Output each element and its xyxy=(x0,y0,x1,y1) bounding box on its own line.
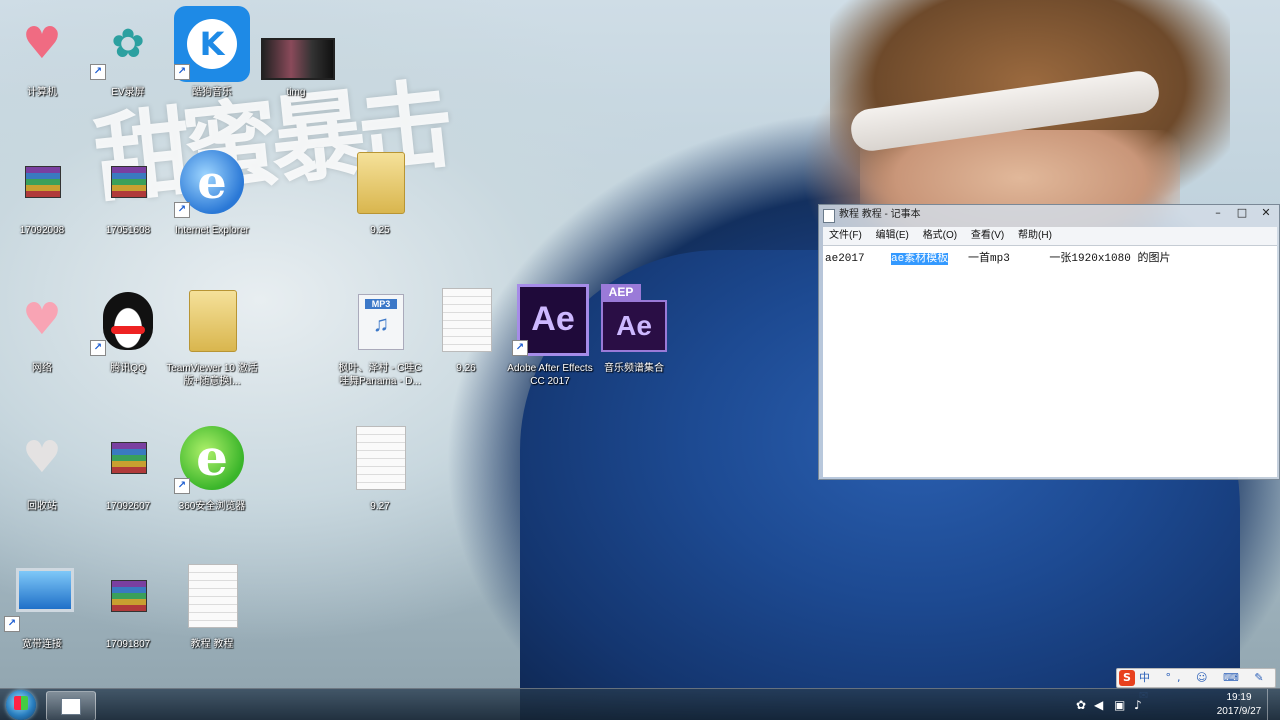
desktop-icon-926[interactable]: 9.26 xyxy=(426,282,506,402)
menu-file[interactable]: 文件(F) xyxy=(829,230,862,241)
desktop-icon-label: 9.27 xyxy=(370,501,390,512)
desktop-icon-label: 回收站 xyxy=(27,501,57,512)
winrar-archive-icon xyxy=(111,580,147,612)
folder-icon xyxy=(189,290,237,352)
winrar-archive-icon xyxy=(111,166,147,198)
desktop-icon-archive[interactable]: 17092607 xyxy=(88,420,168,540)
desktop-icon-label: 计算机 xyxy=(27,87,57,98)
aep-project-icon: AEP Ae xyxy=(601,284,667,352)
menu-edit[interactable]: 编辑(E) xyxy=(876,230,909,241)
desktop-icon-label: 360安全浏览器 xyxy=(178,501,246,512)
shortcut-arrow-icon: ↗ xyxy=(512,340,528,356)
desktop-icon-timg[interactable]: timg xyxy=(256,6,336,126)
desktop-icon-label: 17091807 xyxy=(105,639,151,650)
text-document-icon xyxy=(188,564,238,628)
desktop-icon-label: 腾讯QQ xyxy=(110,363,146,374)
text-before-selection: ae2017 xyxy=(825,253,892,265)
desktop-icon-label: TeamViewer 10 激活版+随意换I... xyxy=(166,363,258,387)
recycle-bin-icon: ♥ xyxy=(22,432,62,483)
shortcut-arrow-icon: ↗ xyxy=(174,202,190,218)
close-button[interactable]: ✕ xyxy=(1253,206,1279,221)
shortcut-arrow-icon: ↗ xyxy=(174,64,190,80)
text-editor-area[interactable]: ae2017 ae素材模板 一首mp3 一张1920x1080 的图片 xyxy=(823,245,1277,477)
text-document-icon xyxy=(356,426,406,490)
desktop-icon-label: Internet Explorer xyxy=(175,225,249,236)
window-title: 教程 教程 - 记事本 xyxy=(839,209,921,220)
desktop-icon-archive[interactable]: 17051608 xyxy=(88,144,168,264)
menu-help[interactable]: 帮助(H) xyxy=(1018,230,1052,241)
desktop-icon-internet-explorer[interactable]: e ↗ Internet Explorer xyxy=(172,144,252,264)
desktop-icon-archive[interactable]: 17092008 xyxy=(2,144,82,264)
clock-time: 19:19 xyxy=(1226,692,1252,703)
winrar-archive-icon xyxy=(111,442,147,474)
menu-bar: 文件(F) 编辑(E) 格式(O) 查看(V) 帮助(H) xyxy=(823,227,1277,245)
text-after-selection: 一首mp3 一张1920x1080 的图片 xyxy=(948,253,1171,265)
mp3-file-icon: MP3 ♫ xyxy=(358,294,404,350)
selected-text: ae素材模板 xyxy=(891,253,949,265)
notepad-icon xyxy=(61,698,81,715)
maximize-button[interactable]: □ xyxy=(1229,206,1255,221)
volume-icon[interactable]: ♪ xyxy=(1134,698,1142,712)
computer-monitor-icon xyxy=(16,568,74,612)
shortcut-arrow-icon: ↗ xyxy=(4,616,20,632)
desktop-icon-network[interactable]: ♥ 网络 xyxy=(2,282,82,402)
winrar-archive-icon xyxy=(25,166,61,198)
desktop-icon-label: 网络 xyxy=(32,363,52,374)
desktop-icon-broadband[interactable]: ↗ 宽带连接 xyxy=(2,558,82,678)
desktop-icon-label: 17092607 xyxy=(105,501,151,512)
window-titlebar[interactable]: 教程 教程 - 记事本 – □ ✕ xyxy=(819,205,1279,225)
desktop-icon-927[interactable]: 9.27 xyxy=(340,420,420,540)
windows-logo-icon xyxy=(14,696,28,710)
desktop-icon-label: 枫叶、泽村 - C哇C哇舞Panama - D... xyxy=(338,363,422,387)
desktop-icon-label: 教程 教程 xyxy=(190,639,234,650)
desktop-icon-label: 9.25 xyxy=(370,225,390,236)
heart-icon: ♥ xyxy=(22,294,62,345)
desktop-icon-label: 17092008 xyxy=(19,225,65,236)
taskbar: ✿ ◀ ▣ ♪ 19:19 2017/9/27 xyxy=(0,688,1280,720)
menu-format[interactable]: 格式(O) xyxy=(923,230,957,241)
desktop-icon-qq[interactable]: ↗ 腾讯QQ xyxy=(88,282,168,402)
notepad-icon xyxy=(823,209,835,223)
desktop-icon-kugou[interactable]: K ↗ 酷狗音乐 xyxy=(172,6,252,126)
text-document-icon xyxy=(442,288,492,352)
notepad-window[interactable]: 教程 教程 - 记事本 – □ ✕ 文件(F) 编辑(E) 格式(O) 查看(V… xyxy=(818,204,1280,480)
desktop-icon-label: 17051608 xyxy=(105,225,151,236)
taskbar-notepad-button[interactable] xyxy=(46,691,96,720)
desktop-icon-label: Adobe After Effects CC 2017 xyxy=(507,363,593,387)
desktop-icon-after-effects[interactable]: Ae ↗ Adobe After Effects CC 2017 xyxy=(507,282,593,402)
desktop-icon-label: 9.26 xyxy=(456,363,476,374)
desktop-icon-label: 音乐频谱集合 xyxy=(604,363,664,374)
clock-date: 2017/9/27 xyxy=(1216,706,1262,717)
desktop-icon-recycle-bin[interactable]: ♥ 回收站 xyxy=(2,420,82,540)
shortcut-arrow-icon: ↗ xyxy=(90,340,106,356)
desktop-icon-teamviewer-folder[interactable]: TeamViewer 10 激活版+随意换I... xyxy=(166,282,258,402)
desktop-icon-label: 酷狗音乐 xyxy=(192,87,232,98)
desktop-icon-label: EV录屏 xyxy=(111,87,145,98)
network-tray-icon[interactable]: ▣ xyxy=(1114,698,1125,712)
desktop-icon-360-browser[interactable]: e ↗ 360安全浏览器 xyxy=(172,420,252,540)
desktop-icon-aep-project[interactable]: AEP Ae 音乐频谱集合 xyxy=(594,282,674,402)
desktop-icon-tutorial-txt[interactable]: 教程 教程 xyxy=(172,558,252,678)
desktop-icon-label: 宽带连接 xyxy=(22,639,62,650)
flag-tray-icon[interactable]: ◀ xyxy=(1094,698,1103,712)
flower-tray-icon[interactable]: ✿ xyxy=(1076,698,1086,712)
image-thumbnail-icon xyxy=(261,38,335,80)
start-button[interactable] xyxy=(6,690,36,720)
sogou-logo-icon[interactable]: S xyxy=(1119,670,1135,686)
desktop-icon-archive[interactable]: 17091807 xyxy=(88,558,168,678)
ime-toolbar[interactable]: S 中 °, ☺ ⌨ ✎ ✉ xyxy=(1116,668,1276,702)
desktop-icon-ev-recorder[interactable]: ✿ ↗ EV录屏 xyxy=(88,6,168,126)
desktop-icon-mp3[interactable]: MP3 ♫ 枫叶、泽村 - C哇C哇舞Panama - D... xyxy=(338,282,422,402)
shortcut-arrow-icon: ↗ xyxy=(90,64,106,80)
shortcut-arrow-icon: ↗ xyxy=(174,478,190,494)
desktop-icon-folder-925[interactable]: 9.25 xyxy=(340,144,420,264)
system-clock[interactable]: 19:19 2017/9/27 xyxy=(1204,691,1274,719)
show-desktop-button[interactable] xyxy=(1267,689,1280,720)
menu-view[interactable]: 查看(V) xyxy=(971,230,1004,241)
heart-icon: ♥ xyxy=(22,18,62,69)
minimize-button[interactable]: – xyxy=(1205,206,1231,221)
desktop-icon-computer[interactable]: ♥ 计算机 xyxy=(2,6,82,126)
folder-icon xyxy=(357,152,405,214)
desktop-icon-label: timg xyxy=(286,87,306,98)
